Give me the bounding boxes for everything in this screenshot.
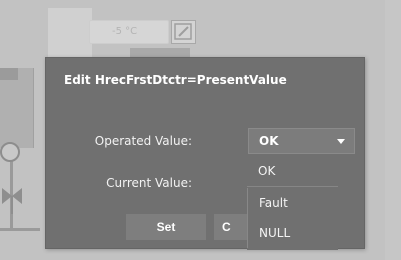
operated-value-label: Operated Value:	[94, 134, 192, 148]
chevron-down-icon[interactable]	[337, 139, 345, 144]
pencil-square-icon	[174, 23, 192, 40]
air-handling-unit	[0, 68, 34, 148]
dropdown-option-null[interactable]: NULL	[247, 218, 338, 248]
temperature-readout: -5 °C	[89, 20, 169, 44]
dropdown-option-ok[interactable]: OK	[247, 156, 338, 186]
temperature-edit-button[interactable]	[171, 20, 196, 44]
screen: -5 °C Edit HrecFrstDtctr=PresentValue Op…	[0, 0, 401, 260]
pump-icon	[0, 142, 20, 162]
edit-value-dialog: Edit HrecFrstDtctr=PresentValue Operated…	[45, 57, 365, 250]
right-edge-panel	[385, 0, 401, 260]
dropdown-option-fault[interactable]: Fault	[247, 188, 338, 218]
air-handling-unit-header	[0, 68, 18, 80]
current-value-label: Current Value:	[106, 176, 192, 190]
selected-value: OK	[259, 134, 279, 148]
dialog-title: Edit HrecFrstDtctr=PresentValue	[64, 73, 287, 87]
operated-value-select[interactable]: OK	[248, 128, 355, 154]
set-button[interactable]: Set	[126, 214, 206, 240]
dropdown-options-list: OK Fault NULL	[247, 154, 338, 250]
valve-icon	[2, 188, 22, 214]
pipe-horizontal	[0, 228, 40, 231]
bg-panel-left	[48, 8, 92, 58]
cancel-button[interactable]: C	[214, 214, 247, 240]
